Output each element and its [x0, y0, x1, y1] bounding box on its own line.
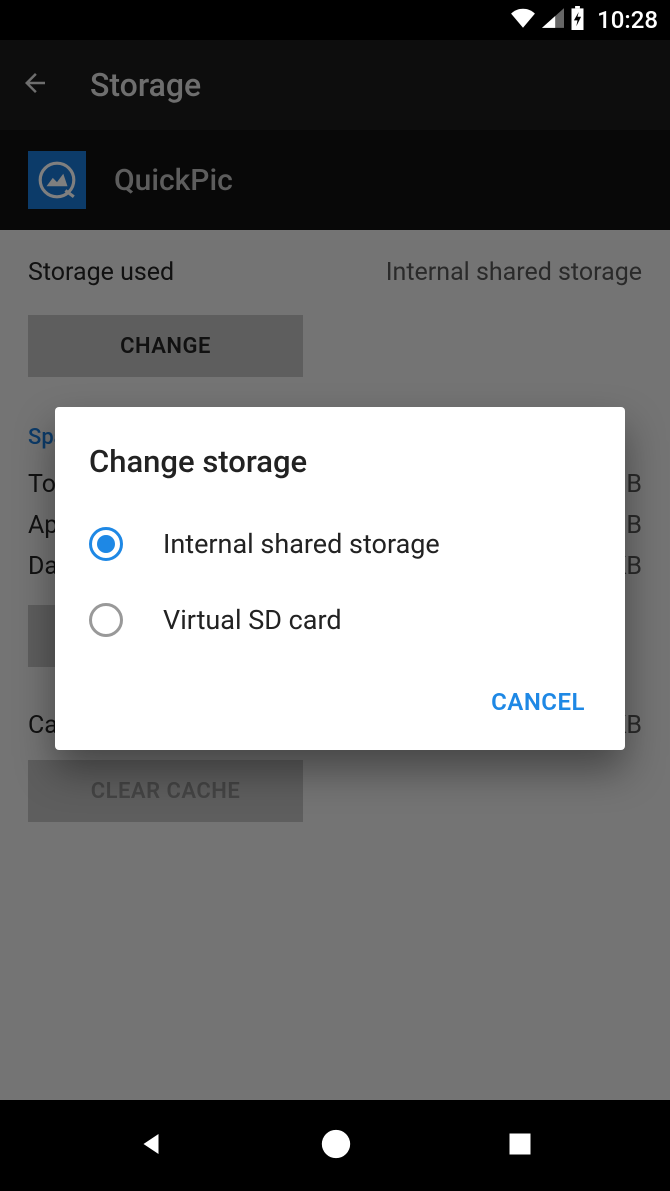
dialog-title: Change storage — [55, 443, 625, 480]
signal-icon — [542, 8, 564, 32]
radio-option-sdcard[interactable]: Virtual SD card — [55, 582, 625, 658]
status-time: 10:28 — [597, 6, 658, 34]
status-bar: 10:28 — [0, 0, 670, 40]
radio-option-internal[interactable]: Internal shared storage — [55, 506, 625, 582]
radio-label: Internal shared storage — [163, 528, 440, 560]
radio-label: Virtual SD card — [163, 604, 342, 636]
system-nav-bar — [0, 1100, 670, 1191]
radio-icon — [89, 527, 123, 561]
change-storage-dialog: Change storage Internal shared storage V… — [55, 407, 625, 750]
nav-recent-icon[interactable] — [506, 1130, 534, 1162]
wifi-icon — [510, 8, 536, 32]
nav-home-icon[interactable] — [319, 1127, 353, 1165]
nav-back-icon[interactable] — [136, 1129, 166, 1163]
cancel-button[interactable]: CANCEL — [475, 676, 601, 728]
battery-icon — [570, 6, 585, 34]
radio-icon — [89, 603, 123, 637]
